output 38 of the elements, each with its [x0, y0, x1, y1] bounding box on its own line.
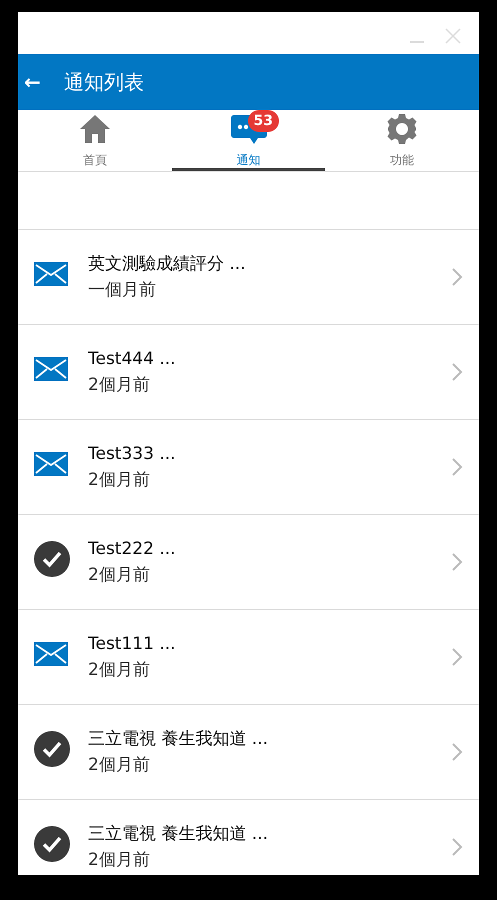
notification-item[interactable]: 三立電視 養生我知道 ... 2個月前	[18, 800, 479, 875]
count-badge: 53	[248, 110, 279, 132]
chevron-icon	[451, 362, 463, 382]
tab[interactable]: 功能	[325, 110, 479, 171]
notification-time: 2個月前	[88, 849, 150, 872]
chevron-icon	[451, 267, 463, 287]
notification-item[interactable]: Test333 ... 2個月前	[18, 420, 479, 515]
chevron-icon	[451, 457, 463, 477]
chevron-icon	[451, 742, 463, 762]
notification-time: 2個月前	[88, 564, 150, 587]
notification-time: 2個月前	[88, 374, 150, 397]
gear-icon	[386, 113, 418, 145]
notification-title: 三立電視 養生我知道 ...	[88, 823, 268, 846]
notification-item[interactable]: 三立電視 養生我知道 ... 2個月前	[18, 705, 479, 800]
notification-title: Test444 ...	[88, 348, 176, 371]
notification-item[interactable]: Test111 ... 2個月前	[18, 610, 479, 705]
notification-title: Test333 ...	[88, 443, 176, 466]
minimize-icon	[410, 40, 424, 43]
notification-time: 2個月前	[88, 659, 150, 682]
notification-item[interactable]: 英文測驗成績評分 ... 一個月前	[18, 230, 479, 325]
chevron-icon	[451, 552, 463, 572]
notification-title: Test111 ...	[88, 633, 176, 656]
notification-title: 三立電視 養生我知道 ...	[88, 728, 268, 751]
page-title: 通知列表	[64, 69, 144, 96]
notification-title: 英文測驗成績評分 ...	[88, 253, 246, 276]
chevron-icon	[451, 837, 463, 857]
house-icon	[78, 113, 111, 145]
notification-item[interactable]: Test444 ... 2個月前	[18, 325, 479, 420]
notification-time: 一個月前	[88, 279, 156, 302]
tab[interactable]: 首頁	[18, 110, 172, 171]
notification-time: 2個月前	[88, 754, 150, 777]
back-button[interactable]: ←	[18, 67, 64, 97]
notification-item[interactable]: Test222 ... 2個月前	[18, 515, 479, 610]
notification-title: Test222 ...	[88, 538, 176, 561]
close-icon	[443, 26, 463, 46]
chevron-icon	[451, 647, 463, 667]
notification-time: 2個月前	[88, 469, 150, 492]
tab[interactable]: 53 通知	[172, 110, 326, 171]
